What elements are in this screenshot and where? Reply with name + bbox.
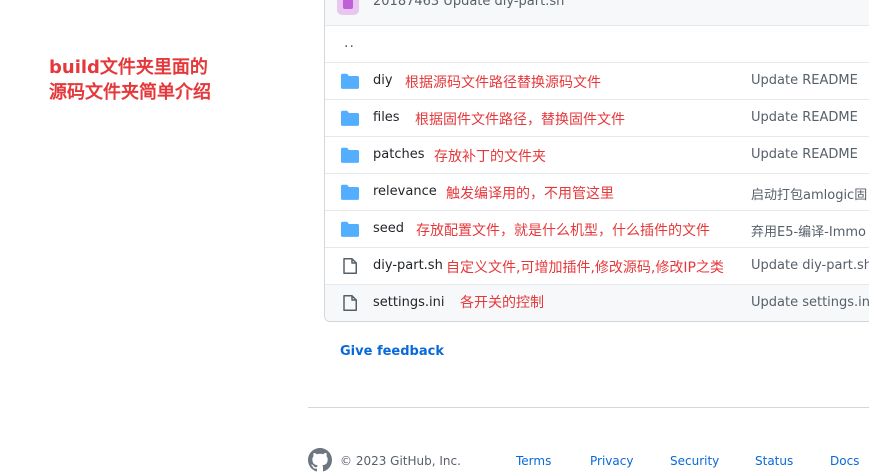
footer-link-security[interactable]: Security xyxy=(670,454,719,468)
annotation-note: 各开关的控制 xyxy=(460,295,544,311)
parent-directory-row[interactable]: .. xyxy=(325,25,869,63)
commit-message-link[interactable]: 启动打包amlogic固 xyxy=(751,184,867,203)
annotation-text: build文件夹里面的 源码文件夹简单介绍 xyxy=(49,55,211,105)
file-name-link[interactable]: diy xyxy=(373,73,393,88)
commit-message-link[interactable]: Update README xyxy=(751,110,858,125)
latest-commit-text[interactable]: 20187463 Update diy-part.sh xyxy=(373,0,564,9)
file-name-link[interactable]: files xyxy=(373,110,400,125)
file-list-panel: 20187463 Update diy-part.sh .. diy 根据源码文… xyxy=(324,0,869,322)
latest-commit-bar[interactable]: 20187463 Update diy-part.sh xyxy=(325,0,869,26)
table-row[interactable]: settings.ini 各开关的控制 Update settings.ini xyxy=(325,284,869,321)
folder-icon xyxy=(341,110,359,126)
file-name-link[interactable]: seed xyxy=(373,221,404,236)
commit-message-link[interactable]: Update diy-part.sh xyxy=(751,258,869,273)
avatar[interactable] xyxy=(337,0,359,15)
annotation-line-1: build文件夹里面的 xyxy=(49,57,208,78)
give-feedback-link[interactable]: Give feedback xyxy=(340,344,444,359)
file-icon xyxy=(343,258,357,274)
file-name-link[interactable]: relevance xyxy=(373,184,437,199)
table-row[interactable]: diy 根据源码文件路径替换源码文件 Update README xyxy=(325,62,869,100)
annotation-note: 根据源码文件路径替换源码文件 xyxy=(405,75,601,91)
annotation-note: 存放补丁的文件夹 xyxy=(434,149,546,165)
github-logo-icon[interactable] xyxy=(308,448,332,472)
footer-link-status[interactable]: Status xyxy=(755,454,793,468)
parent-directory-link[interactable]: .. xyxy=(344,35,355,51)
file-name-link[interactable]: settings.ini xyxy=(373,295,444,310)
annotation-note: 根据固件文件路径，替换固件文件 xyxy=(415,112,625,128)
folder-icon xyxy=(341,184,359,200)
table-row[interactable]: diy-part.sh 自定义文件,可增加插件,修改源码,修改IP之类 Upda… xyxy=(325,247,869,285)
annotation-note: 存放配置文件，就是什么机型，什么插件的文件 xyxy=(416,223,710,239)
footer-link-privacy[interactable]: Privacy xyxy=(590,454,633,468)
commit-message-link[interactable]: 弃用E5-编译-Immo xyxy=(751,221,866,240)
footer-copyright: © 2023 GitHub, Inc. xyxy=(340,454,461,468)
commit-message-link[interactable]: Update README xyxy=(751,147,858,162)
file-name-link[interactable]: diy-part.sh xyxy=(373,258,443,273)
folder-icon xyxy=(341,73,359,89)
table-row[interactable]: files 根据固件文件路径，替换固件文件 Update README xyxy=(325,99,869,137)
file-icon xyxy=(343,295,357,311)
table-row[interactable]: relevance 触发编译用的，不用管这里 启动打包amlogic固 xyxy=(325,173,869,211)
footer-link-docs[interactable]: Docs xyxy=(830,454,859,468)
table-row[interactable]: patches 存放补丁的文件夹 Update README xyxy=(325,136,869,174)
footer-divider xyxy=(308,407,869,408)
annotation-note: 触发编译用的，不用管这里 xyxy=(446,186,614,202)
folder-icon xyxy=(341,221,359,237)
annotation-note: 自定义文件,可增加插件,修改源码,修改IP之类 xyxy=(446,260,724,276)
commit-message-link[interactable]: Update settings.ini xyxy=(751,295,869,310)
file-name-link[interactable]: patches xyxy=(373,147,424,162)
folder-icon xyxy=(341,147,359,163)
footer-link-terms[interactable]: Terms xyxy=(516,454,551,468)
table-row[interactable]: seed 存放配置文件，就是什么机型，什么插件的文件 弃用E5-编译-Immo xyxy=(325,210,869,248)
annotation-line-2: 源码文件夹简单介绍 xyxy=(49,82,211,103)
commit-message-link[interactable]: Update README xyxy=(751,73,858,88)
